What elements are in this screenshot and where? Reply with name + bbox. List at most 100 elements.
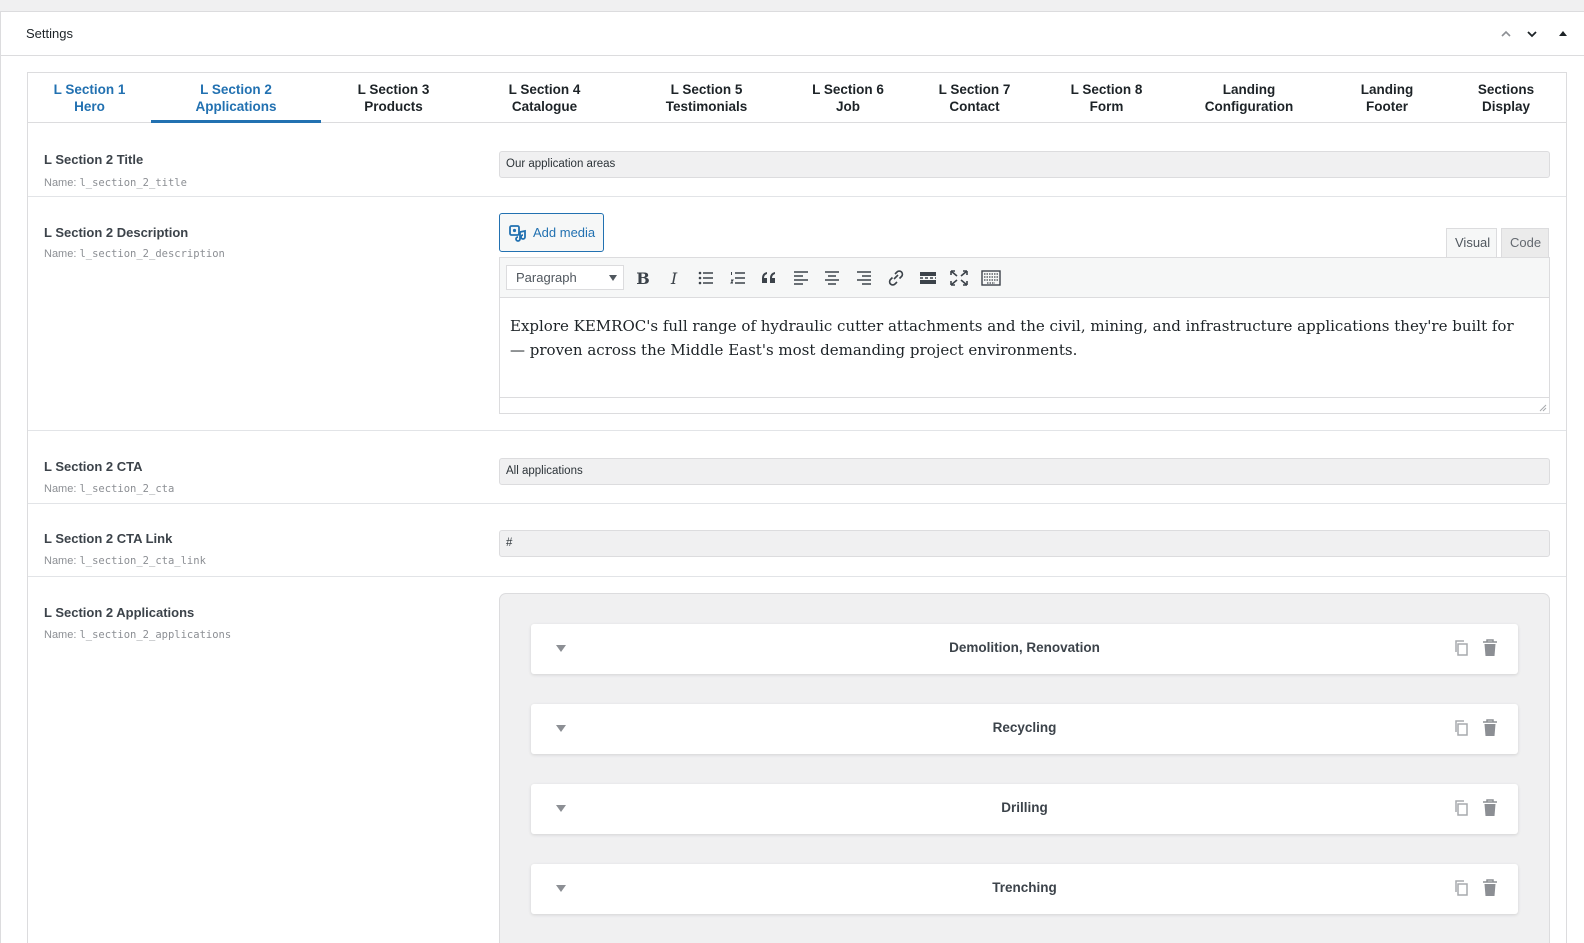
trash-icon[interactable] — [1482, 799, 1498, 817]
repeater-item-title: Drilling — [1001, 800, 1048, 815]
repeater-item[interactable]: Trenching — [531, 864, 1518, 914]
tab-label-line2: Hero — [74, 99, 105, 114]
bulleted-list-button[interactable] — [694, 267, 718, 289]
quote-icon — [762, 272, 775, 283]
italic-button[interactable]: I — [662, 267, 686, 289]
tab-sections-display[interactable]: Sections Display — [1446, 73, 1566, 123]
move-down-button[interactable] — [1523, 25, 1541, 43]
numbered-list-button[interactable] — [726, 267, 750, 289]
top-strip — [0, 0, 1584, 12]
duplicate-icon[interactable] — [1453, 719, 1469, 737]
tab-l-section-4-catalogue[interactable]: L Section 4 Catalogue — [466, 73, 623, 123]
field-name-code: l_section_2_cta — [79, 483, 175, 495]
tab-label-line2: Contact — [949, 99, 1000, 114]
duplicate-icon[interactable] — [1453, 799, 1469, 817]
editor-content[interactable]: Explore KEMROC's full range of hydraulic… — [510, 314, 1530, 362]
tab-label-line1: L Section 1 — [53, 82, 126, 97]
toolbar-toggle-button[interactable] — [979, 267, 1003, 289]
repeater-container: Demolition, Renovation Recycling Drillin… — [499, 593, 1550, 943]
bulleted-list-icon — [698, 271, 713, 285]
move-up-button[interactable] — [1497, 25, 1515, 43]
field-label: L Section 2 Applications — [44, 605, 195, 620]
field-name-code: l_section_2_applications — [79, 629, 232, 641]
align-left-button[interactable] — [789, 267, 813, 289]
duplicate-icon[interactable] — [1453, 639, 1469, 657]
tab-label-line2: Job — [835, 99, 860, 114]
field-name-hint: Name: l_section_2_title — [44, 177, 187, 189]
field-name-code: l_section_2_cta_link — [79, 555, 206, 567]
field-label: L Section 2 CTA Link — [44, 531, 173, 546]
tab-label-line1: Landing — [1360, 82, 1414, 97]
repeater-item[interactable]: Recycling — [531, 704, 1518, 754]
field-name-prefix: Name: — [44, 248, 77, 260]
tab-l-section-5-testimonials[interactable]: L Section 5 Testimonials — [623, 73, 790, 123]
field-name-prefix: Name: — [44, 177, 77, 189]
toggle-panel-button[interactable] — [1557, 25, 1575, 43]
read-more-button[interactable] — [916, 267, 940, 289]
add-media-button[interactable]: Add media — [499, 213, 604, 252]
align-right-button[interactable] — [852, 267, 876, 289]
tab-l-section-8-form[interactable]: L Section 8 Form — [1043, 73, 1170, 123]
repeater-item[interactable]: Drilling — [531, 784, 1518, 834]
blockquote-button[interactable] — [757, 267, 781, 289]
fullscreen-button[interactable] — [947, 267, 971, 289]
format-select[interactable]: Paragraph — [506, 265, 624, 290]
align-center-button[interactable] — [820, 267, 844, 289]
keyboard-icon — [981, 270, 1001, 286]
tab-l-section-6-job[interactable]: L Section 6 Job — [790, 73, 906, 123]
add-media-label: Add media — [533, 225, 596, 240]
tab-label-line2: Products — [364, 99, 423, 114]
field-name-hint: Name: l_section_2_description — [44, 248, 225, 260]
tab-label-line2: Configuration — [1204, 99, 1294, 114]
field-name-hint: Name: l_section_2_cta_link — [44, 555, 206, 567]
tab-l-section-3-products[interactable]: L Section 3 Products — [321, 73, 466, 123]
duplicate-icon[interactable] — [1453, 879, 1469, 897]
dropdown-caret-icon — [609, 275, 617, 281]
tab-label-line2: Testimonials — [665, 99, 748, 114]
visual-tab[interactable]: Visual — [1446, 228, 1497, 257]
cta-link-input[interactable]: # — [499, 530, 1550, 557]
title-input[interactable]: Our application areas — [499, 151, 1550, 178]
tab-l-section-2-applications[interactable]: L Section 2 Applications — [151, 73, 321, 123]
field-label: L Section 2 CTA — [44, 459, 143, 474]
tab-label-line1: L Section 2 — [200, 82, 272, 97]
cta-input[interactable]: All applications — [499, 458, 1550, 485]
tab-label-line1: L Section 8 — [1070, 82, 1143, 97]
chevron-down-icon — [1527, 31, 1537, 38]
tab-label-line1: L Section 7 — [938, 82, 1011, 97]
field-name-hint: Name: l_section_2_applications — [44, 629, 231, 641]
repeater-item[interactable]: Demolition, Renovation — [531, 624, 1518, 674]
code-tab[interactable]: Code — [1501, 228, 1549, 257]
trash-icon[interactable] — [1482, 639, 1498, 657]
read-more-icon — [920, 272, 936, 284]
tab-label-line1: L Section 3 — [357, 82, 430, 97]
tab-label-line2: Footer — [1366, 99, 1408, 114]
tab-l-section-7-contact[interactable]: L Section 7 Contact — [906, 73, 1043, 123]
triangle-up-icon — [1559, 31, 1567, 36]
tab-label-line1: Landing — [1222, 82, 1276, 97]
insert-link-button[interactable] — [884, 267, 908, 289]
tab-label-line1: L Section 6 — [812, 82, 884, 97]
tab-l-section-1-hero[interactable]: L Section 1 Hero — [28, 73, 151, 123]
tab-label-line2: Catalogue — [511, 99, 578, 114]
tab-landing-configuration[interactable]: Landing Configuration — [1170, 73, 1328, 123]
field-name-prefix: Name: — [44, 629, 77, 641]
settings-panel: Settings L Section 1 Hero L Section 2 Ap… — [0, 12, 1584, 943]
bold-button[interactable]: B — [631, 267, 655, 289]
panel-header: Settings — [1, 12, 1584, 56]
tab-label-line1: L Section 5 — [670, 82, 743, 97]
repeater-item-title: Trenching — [992, 880, 1057, 895]
field-row-cta: L Section 2 CTA Name: l_section_2_cta Al… — [28, 431, 1566, 504]
link-icon — [888, 270, 904, 286]
repeater-item-title: Demolition, Renovation — [949, 640, 1100, 655]
numbered-list-icon — [730, 272, 745, 284]
tab-landing-footer[interactable]: Landing Footer — [1328, 73, 1446, 123]
trash-icon[interactable] — [1482, 719, 1498, 737]
panel-title: Settings — [26, 26, 73, 41]
format-select-value: Paragraph — [516, 270, 577, 285]
field-row-title: L Section 2 Title Name: l_section_2_titl… — [28, 123, 1566, 197]
trash-icon[interactable] — [1482, 879, 1498, 897]
tab-label-line2: Applications — [195, 99, 277, 114]
bold-icon: B — [636, 268, 650, 288]
tab-label-line2: Display — [1481, 99, 1531, 114]
